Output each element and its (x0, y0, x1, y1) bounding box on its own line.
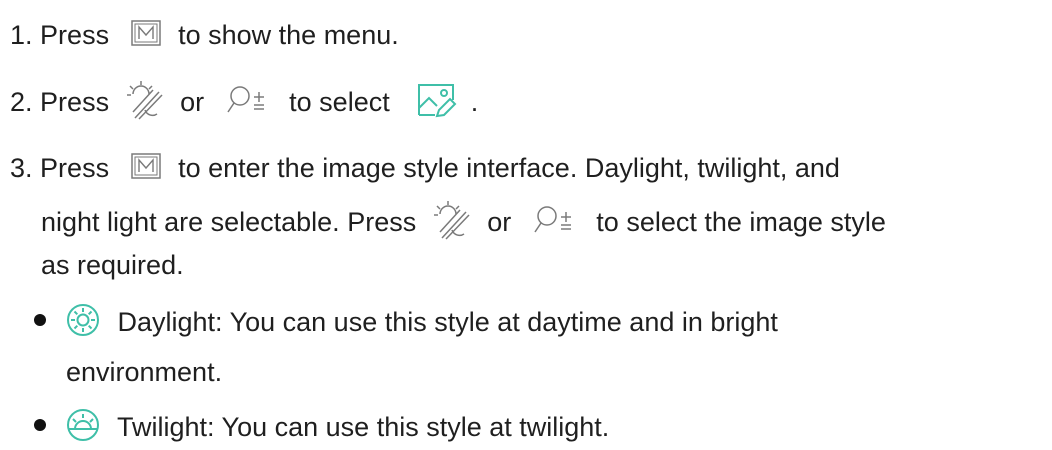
style-description: Daylight: You can use this style at dayt… (117, 307, 778, 338)
daylight-icon (66, 303, 100, 345)
step-text: as required. (41, 250, 184, 280)
step-2: 2. Press or to select . (0, 80, 478, 128)
step-text: to select (289, 87, 390, 118)
step-3-line-3: as required. (0, 248, 184, 282)
step-number: 1. (10, 20, 33, 50)
style-item-twilight: Twilight: You can use this style at twil… (66, 408, 609, 450)
step-text: to show the menu. (178, 20, 399, 50)
step-number: 3. (10, 153, 33, 183)
brightness-icon (126, 80, 163, 128)
brightness-icon (433, 200, 470, 248)
m-button-icon (130, 153, 161, 187)
style-item-daylight: Daylight: You can use this style at dayt… (66, 303, 778, 345)
step-3-line-2: night light are selectable. Press or to … (0, 200, 886, 248)
or-text: or (180, 87, 205, 118)
step-3: 3. Press to enter the image style interf… (0, 151, 840, 187)
step-text: Press (40, 87, 110, 118)
step-text: night light are selectable. Press (41, 207, 417, 238)
step-end: . (470, 87, 479, 118)
step-1: 1. Press to show the menu. (0, 18, 399, 54)
step-text: Press (40, 153, 110, 183)
style-item-daylight-cont: environment. (66, 355, 222, 389)
m-button-icon (130, 20, 161, 54)
bullet-dot (34, 314, 46, 326)
style-description: Twilight: You can use this style at twil… (117, 412, 610, 443)
zoom-icon (226, 85, 268, 123)
or-text: or (487, 207, 512, 238)
style-description: environment. (66, 357, 223, 387)
image-style-icon (417, 82, 457, 126)
step-text: to enter the image style interface. Dayl… (178, 153, 840, 183)
step-text: to select the image style (596, 207, 886, 238)
bullet-dot (34, 419, 46, 431)
step-number: 2. (10, 87, 33, 118)
step-text: Press (40, 20, 110, 50)
twilight-icon (66, 408, 100, 450)
zoom-icon (533, 205, 575, 243)
